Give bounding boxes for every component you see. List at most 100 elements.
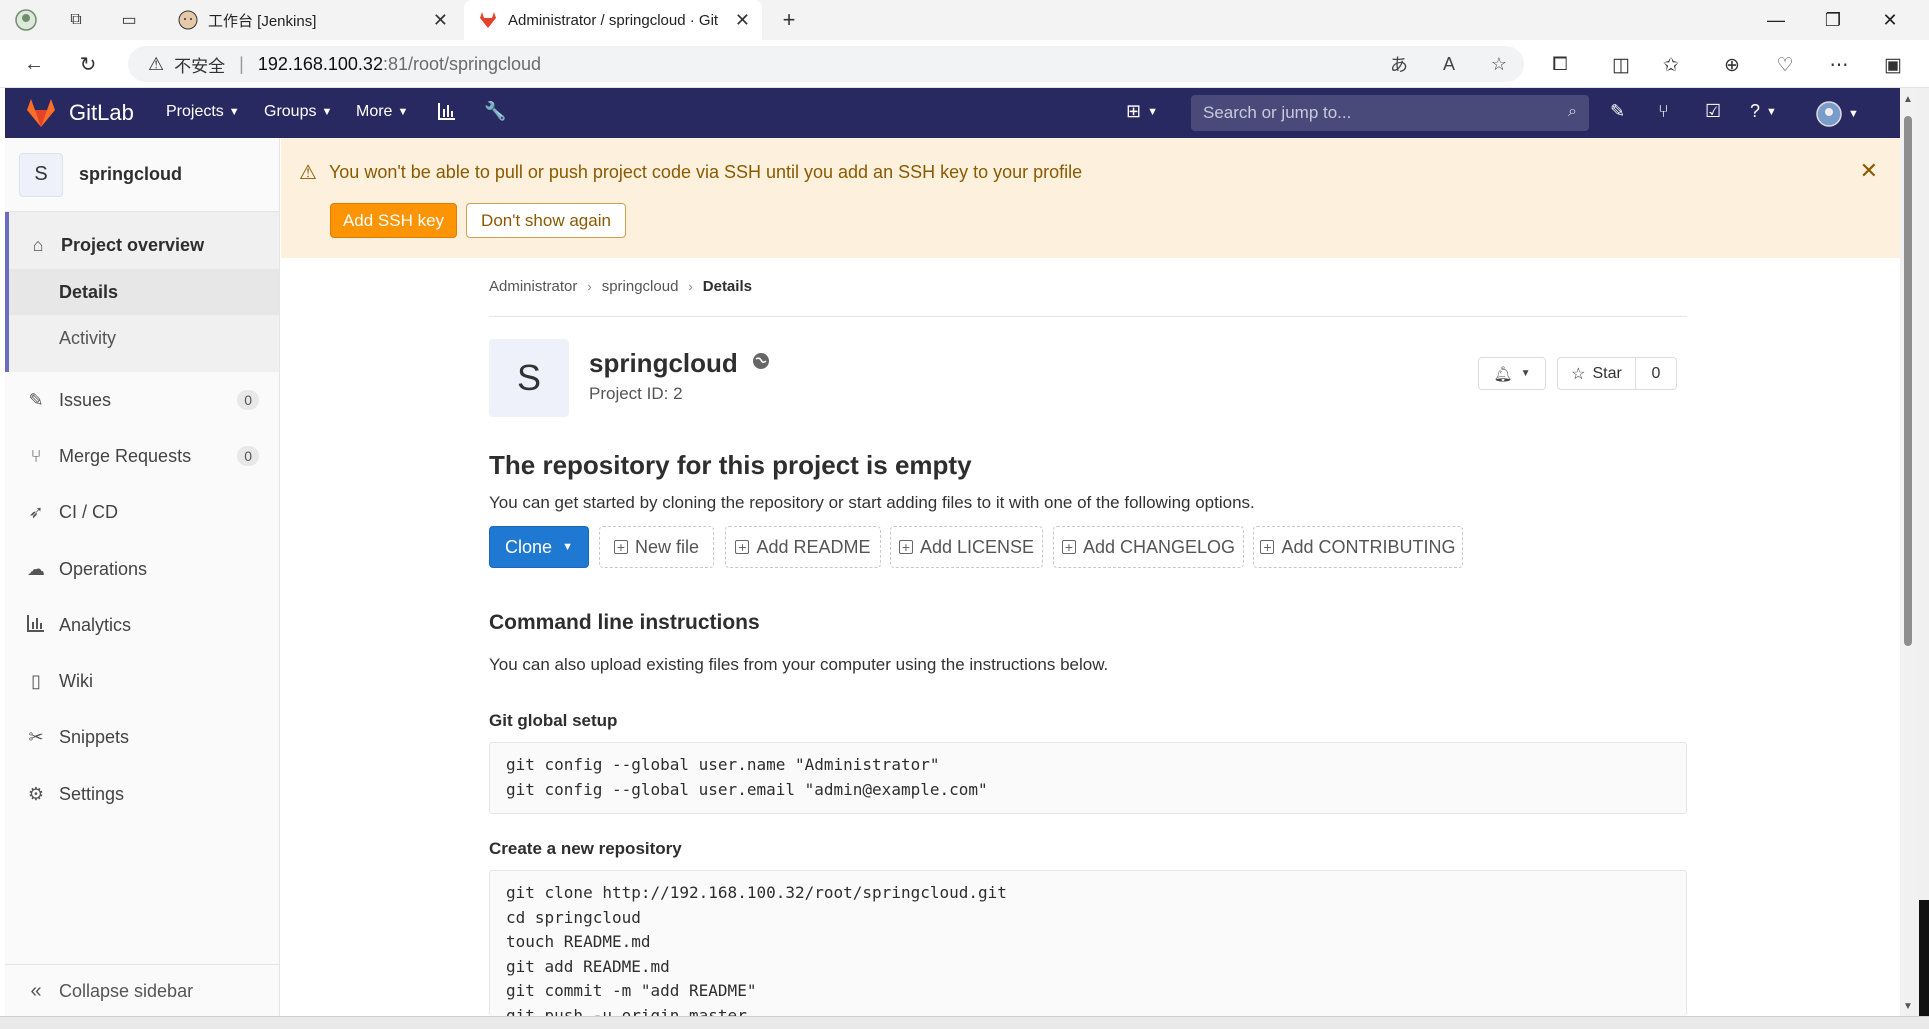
code-line: git config --global user.email "admin@ex…: [506, 779, 988, 799]
add-ssh-key-button[interactable]: Add SSH key: [330, 203, 457, 238]
scroll-down-icon[interactable]: ▼: [1903, 1001, 1913, 1012]
add-changelog-button[interactable]: + Add CHANGELOG: [1053, 526, 1244, 568]
breadcrumb-administrator[interactable]: Administrator: [489, 278, 577, 295]
star-count[interactable]: 0: [1635, 357, 1677, 390]
sidebar-item-issues[interactable]: ✎ Issues 0: [5, 375, 279, 425]
sidebar-item-wiki[interactable]: ▯ Wiki: [5, 656, 279, 706]
chevron-down-icon: ▼: [562, 541, 573, 553]
chevron-down-icon: ▼: [228, 106, 240, 118]
code-line: git add README.md: [506, 956, 670, 976]
profile-icon[interactable]: [14, 8, 38, 32]
new-item-icon[interactable]: ⊞ ▼: [1126, 101, 1158, 122]
sidebar-item-details[interactable]: Details: [9, 269, 279, 315]
close-tab-icon[interactable]: ✕: [735, 10, 750, 31]
sidebar-item-merge-requests[interactable]: ⑂ Merge Requests 0: [5, 431, 279, 481]
collapse-sidebar-button[interactable]: « Collapse sidebar: [5, 964, 279, 1018]
alert-message: ⚠ You won't be able to pull or push proj…: [299, 160, 1082, 185]
activity-chart-icon[interactable]: [437, 101, 457, 121]
git-global-setup-code[interactable]: git config --global user.name "Administr…: [489, 742, 1687, 814]
sidebar-item-analytics[interactable]: Analytics: [5, 600, 279, 650]
scrollbar-thumb[interactable]: [1904, 116, 1912, 646]
favorites-icon[interactable]: ✩: [1656, 50, 1686, 80]
more-menu[interactable]: More ▼: [356, 103, 408, 121]
new-tab-icon[interactable]: +: [777, 7, 801, 32]
star-button[interactable]: ☆ Star: [1557, 357, 1636, 390]
more-options-icon[interactable]: ⋯: [1824, 50, 1854, 80]
plus-square-icon: +: [1061, 540, 1076, 554]
sidebar-item-operations[interactable]: ☁ Operations: [5, 544, 279, 594]
merge-requests-nav-icon[interactable]: ⑂: [1658, 101, 1669, 122]
back-icon[interactable]: ←: [20, 50, 48, 78]
breadcrumb-details[interactable]: Details: [703, 278, 752, 295]
url-host: 192.168.100.32: [257, 53, 383, 74]
browser-essentials-icon[interactable]: ♡: [1770, 50, 1800, 80]
merge-requests-count-badge: 0: [237, 446, 259, 466]
extensions-icon[interactable]: ⧠: [1545, 50, 1575, 80]
gitlab-logo[interactable]: GitLab: [25, 98, 134, 128]
favorite-star-icon[interactable]: ☆: [1474, 54, 1524, 75]
translate-icon[interactable]: あ: [1374, 51, 1424, 77]
user-avatar[interactable]: ▼: [1816, 101, 1859, 127]
chevron-down-icon: ▼: [397, 106, 409, 118]
clone-button[interactable]: Clone ▼: [489, 526, 589, 568]
gitlab-search-input[interactable]: Search or jump to... ⌕: [1191, 95, 1589, 131]
add-readme-button[interactable]: + Add README: [725, 526, 881, 568]
bell-icon: 🔔︎: [1493, 365, 1513, 383]
reload-icon[interactable]: ↻: [74, 50, 102, 78]
minimize-icon[interactable]: —: [1748, 0, 1804, 40]
add-license-button[interactable]: + Add LICENSE: [890, 526, 1043, 568]
new-file-button[interactable]: + New file: [599, 526, 714, 568]
sidebar-toggle-icon[interactable]: ▣: [1878, 50, 1908, 80]
browser-tab-gitlab[interactable]: Administrator / springcloud · Git ✕: [464, 0, 762, 40]
breadcrumb-springcloud[interactable]: springcloud: [602, 278, 679, 295]
gear-icon: ⚙: [27, 783, 45, 804]
groups-menu[interactable]: Groups ▼: [264, 103, 332, 121]
button-label: New file: [634, 536, 700, 557]
split-screen-icon[interactable]: ◫: [1606, 50, 1636, 80]
restore-icon[interactable]: ❐: [1805, 0, 1861, 40]
sidebar-project-header[interactable]: S springcloud: [5, 138, 279, 212]
plus-square-icon: +: [898, 540, 913, 554]
read-aloud-icon[interactable]: A: [1424, 54, 1474, 75]
help-icon[interactable]: ? ▼: [1750, 101, 1777, 122]
close-tab-icon[interactable]: ✕: [433, 10, 448, 31]
admin-wrench-icon[interactable]: 🔧: [484, 101, 506, 122]
issues-nav-icon[interactable]: ✎: [1610, 101, 1625, 122]
tab-actions-icon[interactable]: ▭: [117, 8, 141, 32]
browser-tab-jenkins[interactable]: 工作台 [Jenkins] ✕: [164, 0, 460, 40]
chevron-right-icon: ›: [688, 279, 693, 294]
clone-label: Clone: [505, 536, 553, 557]
todos-icon[interactable]: ☑: [1705, 101, 1721, 122]
scroll-up-icon[interactable]: ▲: [1903, 94, 1913, 105]
plus-square-icon: +: [1260, 540, 1275, 554]
sidebar-item-settings[interactable]: ⚙ Settings: [5, 769, 279, 819]
sidebar-item-activity[interactable]: Activity: [9, 315, 279, 361]
add-contributing-button[interactable]: + Add CONTRIBUTING: [1253, 526, 1463, 568]
address-bar[interactable]: ⚠ 不安全 | 192.168.100.32 :81/root/springcl…: [128, 46, 1524, 82]
plus-square-icon: +: [613, 540, 628, 554]
sidebar-item-label: Issues: [59, 389, 112, 410]
sidebar-item-project-overview[interactable]: ⌂ Project overview: [5, 220, 279, 270]
dont-show-again-button[interactable]: Don't show again: [466, 203, 626, 238]
chevron-down-icon: ▼: [1520, 368, 1531, 379]
collections-icon[interactable]: ⊕: [1717, 50, 1747, 80]
project-title: springcloud: [589, 348, 770, 379]
page-scrollbar[interactable]: ▲ ▼: [1900, 88, 1916, 1016]
close-alert-icon[interactable]: ✕: [1860, 158, 1878, 184]
cli-text: You can also upload existing files from …: [489, 655, 1109, 674]
issues-count-badge: 0: [237, 390, 259, 410]
issues-icon: ✎: [28, 389, 44, 410]
search-placeholder: Search or jump to...: [1203, 103, 1352, 122]
workspaces-icon[interactable]: ⧉: [64, 8, 88, 32]
notification-dropdown[interactable]: 🔔︎ ▼: [1478, 357, 1546, 390]
star-icon: ☆: [1571, 365, 1586, 383]
create-repo-code[interactable]: git clone http://192.168.100.32/root/spr…: [489, 870, 1687, 1016]
button-label: Add README: [756, 536, 871, 557]
project-id: Project ID: 2: [589, 384, 683, 403]
button-label: Add CONTRIBUTING: [1281, 536, 1456, 557]
projects-menu[interactable]: Projects ▼: [166, 103, 240, 121]
sidebar-item-label: Merge Requests: [59, 445, 192, 466]
sidebar-item-snippets[interactable]: ✂ Snippets: [5, 712, 279, 762]
sidebar-item-ci-cd[interactable]: ➶ CI / CD: [5, 487, 279, 537]
window-close-icon[interactable]: ✕: [1862, 0, 1918, 40]
